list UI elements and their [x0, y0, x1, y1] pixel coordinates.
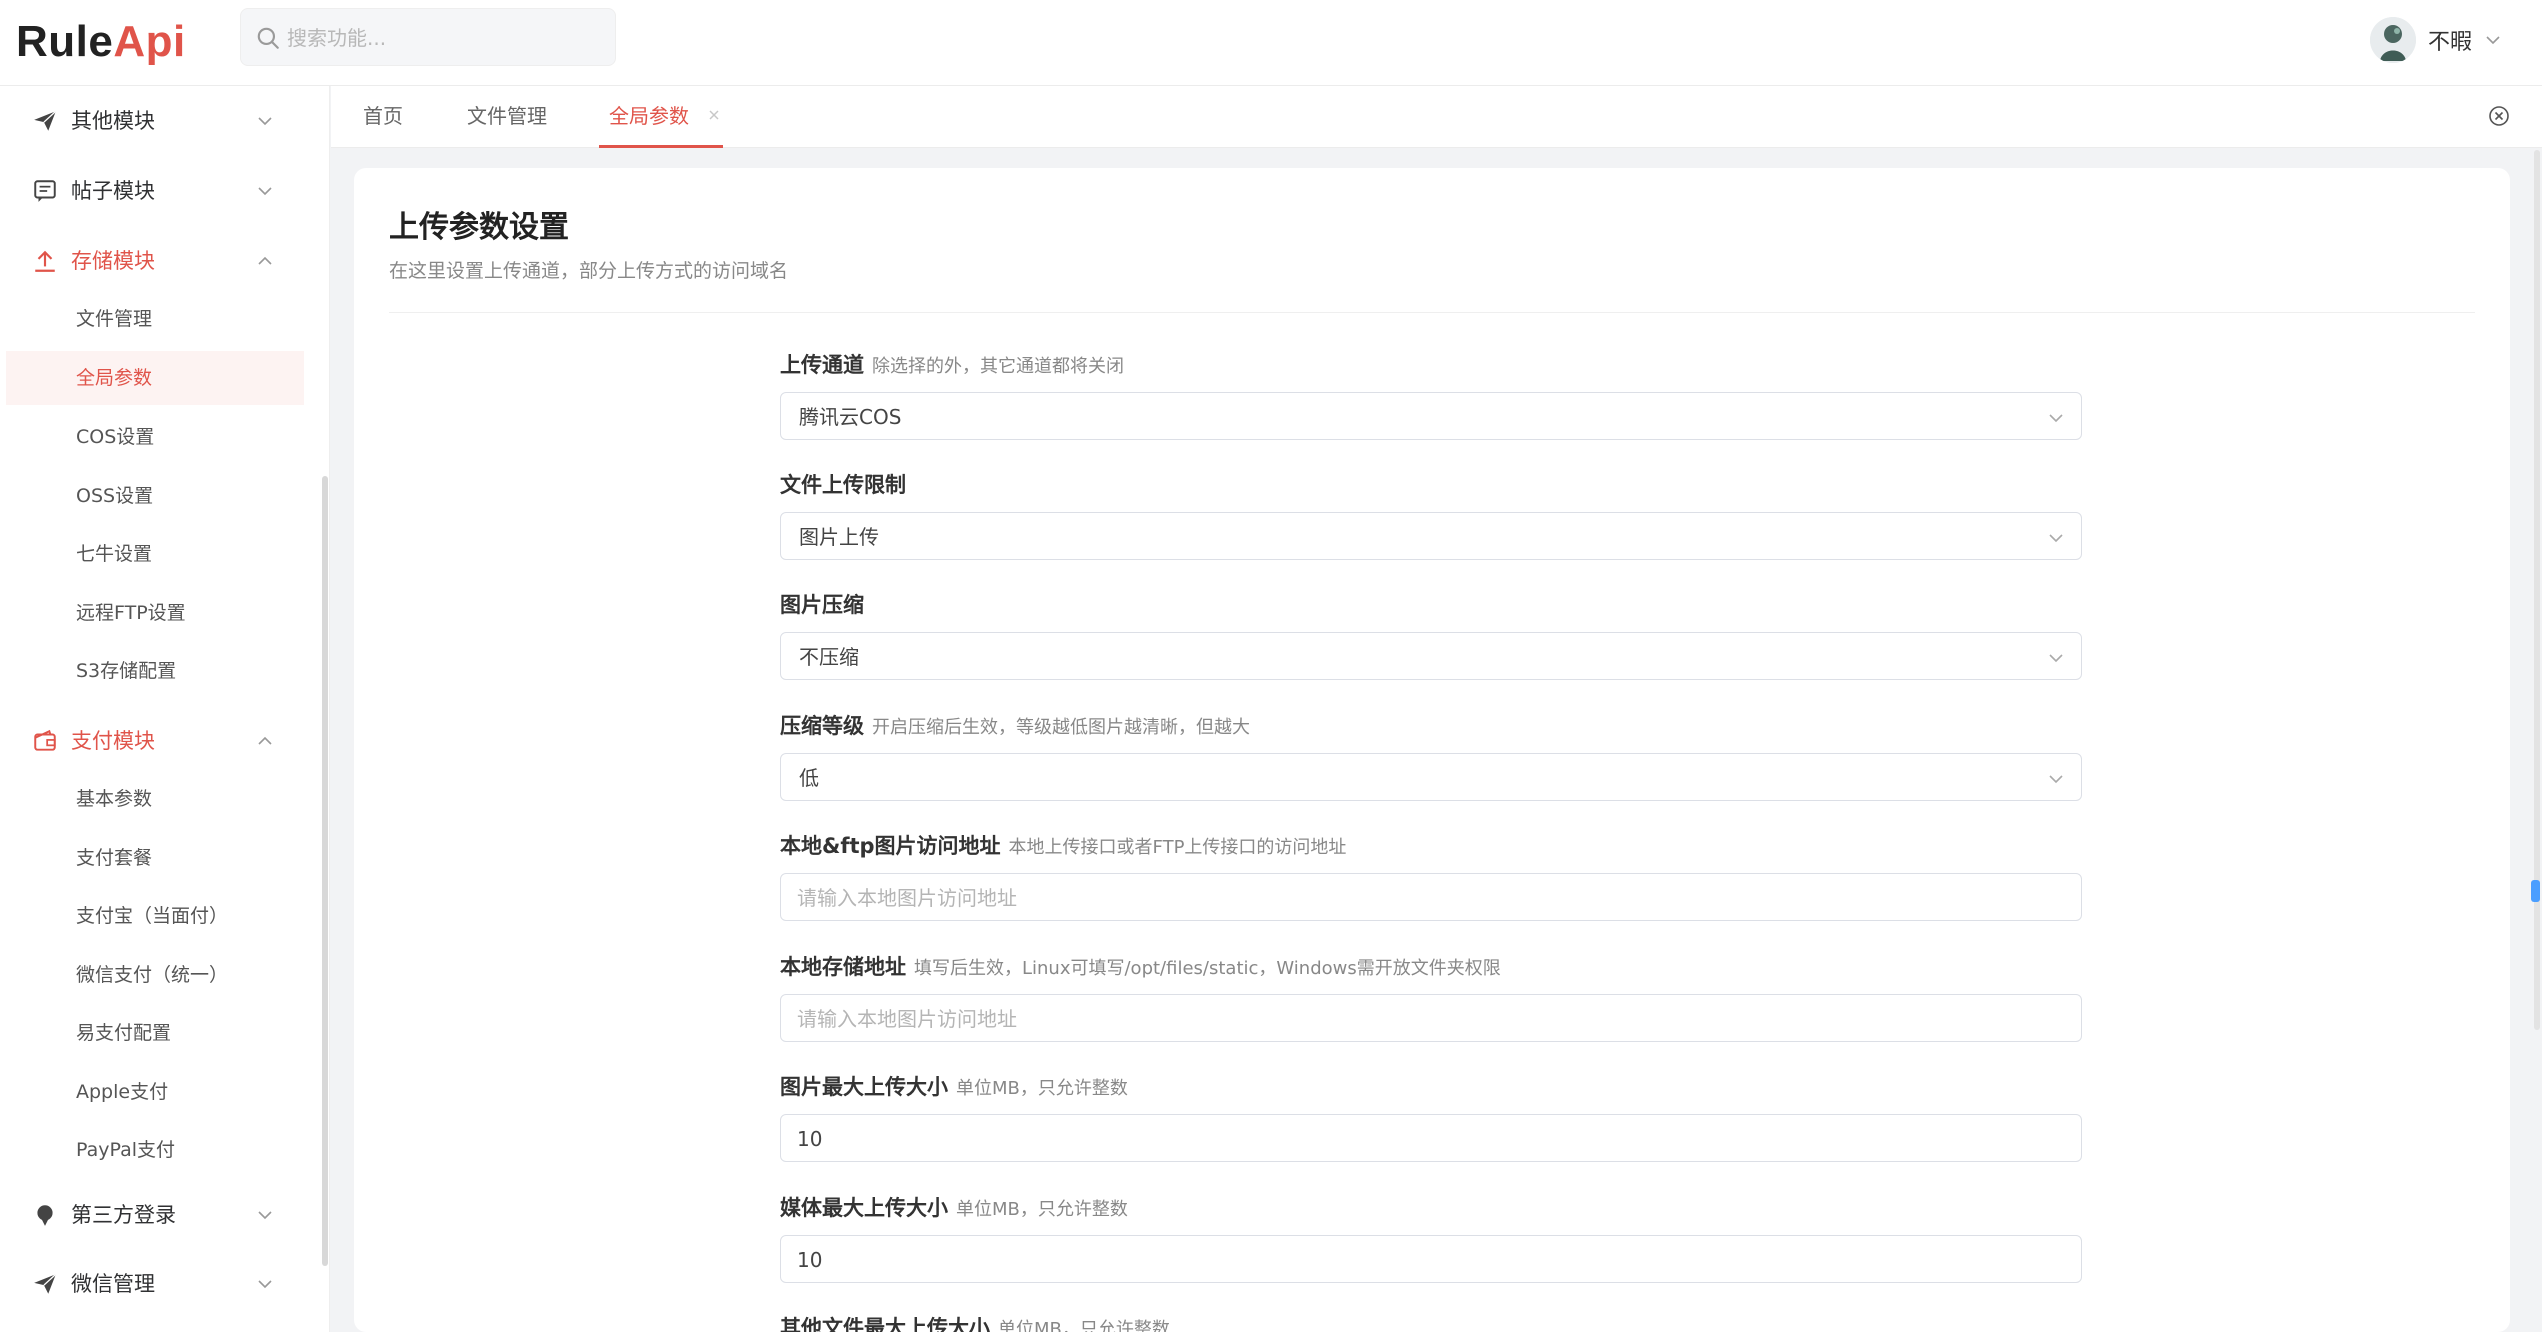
field-label: 本地&ftp图片访问地址: [780, 834, 1001, 858]
field-label: 图片压缩: [780, 593, 864, 617]
field-hint: 单位MB，只允许整数: [956, 1078, 1128, 1099]
avatar-image: [2369, 17, 2416, 63]
upload-icon: [35, 250, 55, 272]
sidebar-item-pay-package[interactable]: 支付套餐: [6, 831, 304, 885]
field-label: 本地存储地址: [780, 955, 906, 979]
chevron-down-icon: [2049, 654, 2063, 663]
field-upload-channel: 上传通道 除选择的外，其它通道都将关闭 腾讯云COS: [780, 350, 2082, 440]
chevron-down-icon: [2049, 534, 2063, 543]
field-label: 文件上传限制: [780, 473, 906, 497]
field-label: 媒体最大上传大小: [780, 1196, 948, 1220]
search-icon: [257, 27, 279, 49]
sidebar-item-cos[interactable]: COS设置: [6, 410, 304, 464]
sidebar-group-posts[interactable]: 帖子模块: [0, 156, 322, 226]
upload-limit-select[interactable]: 图片上传: [780, 512, 2082, 560]
close-icon[interactable]: [707, 108, 721, 122]
close-all-tabs-icon[interactable]: [2487, 104, 2511, 128]
field-label: 图片最大上传大小: [780, 1075, 948, 1099]
search-input[interactable]: [287, 19, 597, 57]
field-hint: 单位MB，只允许整数: [998, 1319, 1170, 1332]
local-storage-path-box[interactable]: [780, 994, 2082, 1042]
field-image-max-size: 图片最大上传大小 单位MB，只允许整数: [780, 1072, 2082, 1162]
field-compress-level: 压缩等级 开启压缩后生效，等级越低图片越清晰，但越大 低: [780, 711, 2082, 801]
user-menu[interactable]: 不暇: [2369, 14, 2502, 66]
tab-bar: 首页 文件管理 全局参数: [331, 86, 2542, 148]
sidebar-item-alipay[interactable]: 支付宝（当面付）: [6, 889, 304, 943]
sidebar-group-wechat[interactable]: 微信管理: [0, 1249, 322, 1319]
field-local-storage-path: 本地存储地址 填写后生效，Linux可填写/opt/files/static，Wi…: [780, 952, 2082, 1042]
field-local-ftp-url: 本地&ftp图片访问地址 本地上传接口或者FTP上传接口的访问地址: [780, 831, 2082, 921]
sidebar: 其他模块 帖子模块 存储模块 文件管理 全局参数 COS设置 OSS设置 七牛设…: [0, 86, 330, 1332]
media-max-size-input[interactable]: [797, 1242, 2057, 1278]
divider: [389, 312, 2475, 313]
compress-level-select[interactable]: 低: [780, 753, 2082, 801]
image-compress-select[interactable]: 不压缩: [780, 632, 2082, 680]
field-hint: 本地上传接口或者FTP上传接口的访问地址: [1008, 837, 1347, 858]
message-icon: [34, 180, 56, 202]
top-header: RuleApi 不暇: [0, 0, 2542, 86]
chevron-down-icon: [258, 1280, 272, 1289]
sidebar-group-storage[interactable]: 存储模块: [0, 226, 322, 296]
field-label: 上传通道: [780, 353, 864, 377]
image-max-size-input[interactable]: [797, 1121, 2057, 1157]
chevron-down-icon: [2049, 775, 2063, 784]
settings-card: 上传参数设置 在这里设置上传通道，部分上传方式的访问域名 上传通道 除选择的外，其…: [354, 168, 2510, 1332]
paper-plane-icon: [34, 1273, 57, 1294]
user-name: 不暇: [2427, 30, 2472, 55]
chevron-down-icon: [258, 1211, 272, 1220]
sidebar-group-third-login[interactable]: 第三方登录: [0, 1180, 322, 1250]
sidebar-item-pay-basic[interactable]: 基本参数: [6, 772, 304, 826]
sidebar-item-epay[interactable]: 易支付配置: [6, 1006, 304, 1060]
avatar[interactable]: [2369, 17, 2416, 63]
chevron-up-icon: [258, 256, 272, 265]
sidebar-item-wechat-pay[interactable]: 微信支付（统一）: [6, 948, 304, 1002]
sidebar-item-s3[interactable]: S3存储配置: [6, 644, 304, 698]
field-label: 其他文件最大上传大小: [780, 1316, 990, 1332]
chevron-down-icon: [2486, 36, 2500, 45]
sidebar-group-other[interactable]: 其他模块: [0, 86, 322, 156]
media-max-size-box[interactable]: [780, 1235, 2082, 1283]
paper-plane-icon: [34, 110, 57, 131]
image-max-size-box[interactable]: [780, 1114, 2082, 1162]
sidebar-item-paypal[interactable]: PayPal支付: [6, 1123, 304, 1177]
active-tab-indicator: [599, 145, 723, 148]
sidebar-item-file-manage[interactable]: 文件管理: [6, 292, 304, 346]
chevron-up-icon: [258, 736, 272, 745]
sidebar-item-apple-pay[interactable]: Apple支付: [6, 1065, 304, 1119]
chevron-down-icon: [258, 117, 272, 126]
field-hint: 除选择的外，其它通道都将关闭: [872, 356, 1124, 377]
local-storage-path-input[interactable]: [797, 1001, 2057, 1037]
sidebar-scrollbar[interactable]: [322, 476, 328, 1266]
field-hint: 单位MB，只允许整数: [956, 1199, 1128, 1220]
field-image-compress: 图片压缩 不压缩: [780, 590, 2082, 680]
wallet-icon: [34, 729, 56, 751]
field-hint: 开启压缩后生效，等级越低图片越清晰，但越大: [872, 717, 1250, 738]
local-ftp-url-input[interactable]: [797, 880, 2057, 916]
chevron-down-icon: [2049, 414, 2063, 423]
field-media-max-size: 媒体最大上传大小 单位MB，只允许整数: [780, 1193, 2082, 1283]
page-title: 上传参数设置: [389, 210, 569, 245]
chevron-down-icon: [258, 187, 272, 196]
pin-icon: [37, 1205, 53, 1226]
sidebar-group-payment[interactable]: 支付模块: [0, 706, 322, 776]
local-ftp-url-box[interactable]: [780, 873, 2082, 921]
sidebar-item-global-params[interactable]: 全局参数: [6, 351, 304, 405]
field-other-max-size: 其他文件最大上传大小 单位MB，只允许整数: [780, 1313, 2082, 1332]
field-hint: 填写后生效，Linux可填写/opt/files/static，Windows需…: [914, 958, 1501, 979]
page-description: 在这里设置上传通道，部分上传方式的访问域名: [389, 260, 789, 282]
field-upload-limit: 文件上传限制 图片上传: [780, 470, 2082, 560]
sidebar-item-ftp[interactable]: 远程FTP设置: [6, 586, 304, 640]
sidebar-item-qiniu[interactable]: 七牛设置: [6, 527, 304, 581]
app-logo[interactable]: RuleApi: [16, 14, 186, 70]
sidebar-item-oss[interactable]: OSS设置: [6, 469, 304, 523]
field-label: 压缩等级: [780, 714, 864, 738]
upload-channel-select[interactable]: 腾讯云COS: [780, 392, 2082, 440]
search-box[interactable]: [240, 8, 616, 66]
page-scrollbar-thumb[interactable]: [2531, 880, 2540, 902]
